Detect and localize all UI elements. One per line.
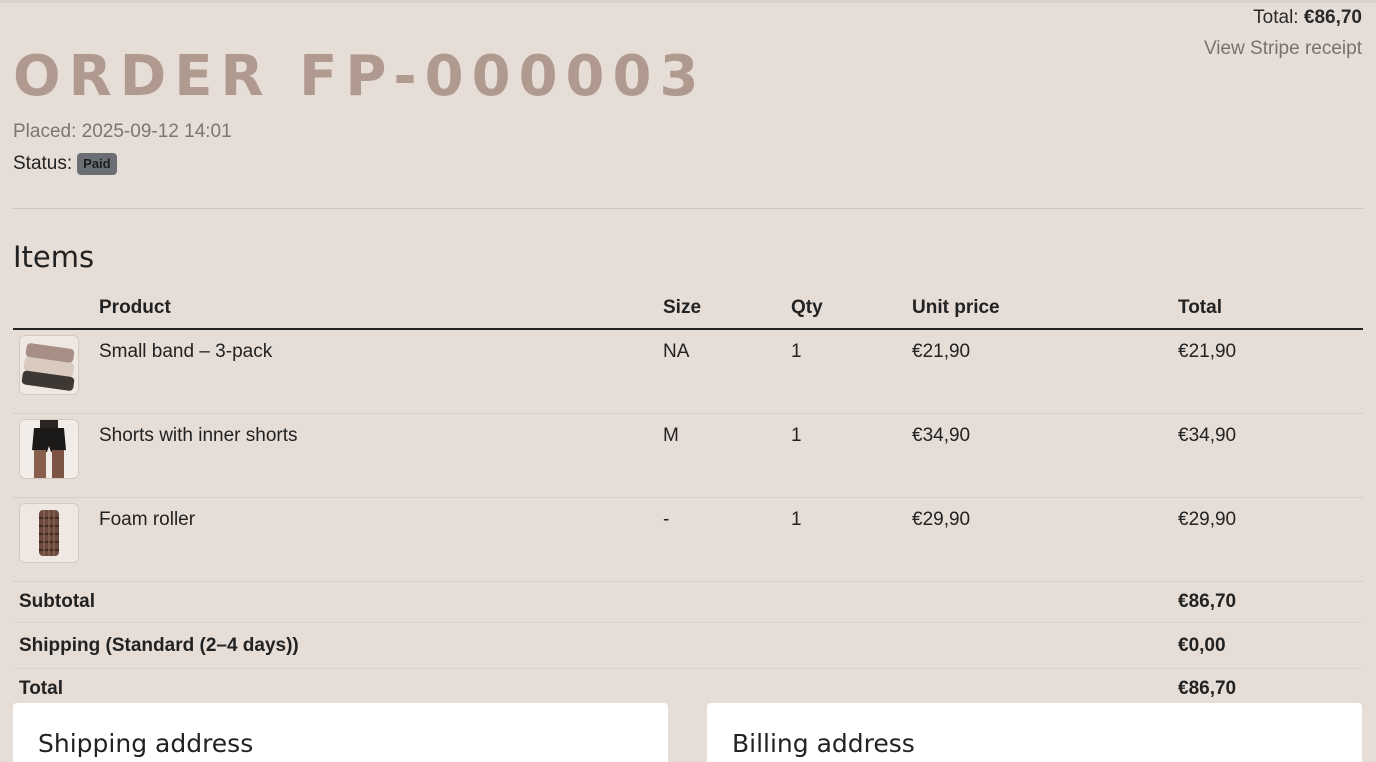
product-size: NA: [657, 329, 785, 414]
resistance-bands-image: [19, 335, 79, 395]
header-total-value: €86,70: [1303, 7, 1362, 28]
thumbnail-cell: [13, 497, 93, 582]
billing-address-card: Billing address: [707, 703, 1362, 762]
column-header-size: Size: [657, 288, 785, 330]
shipping-address-title: Shipping address: [38, 729, 254, 758]
column-header-image: [13, 288, 93, 330]
product-size: -: [657, 497, 785, 582]
page-title: ORDER FP-000003: [13, 44, 707, 109]
shorts-image: [19, 419, 79, 479]
table-row: Foam roller - 1 €29,90 €29,90: [13, 497, 1363, 582]
items-table-header: Product Size Qty Unit price Total: [13, 288, 1363, 330]
column-header-qty: Qty: [785, 288, 906, 330]
items-heading: Items: [13, 240, 95, 274]
product-qty: 1: [785, 497, 906, 582]
thumbnail-cell: [13, 413, 93, 498]
status-badge: Paid: [77, 153, 117, 175]
product-unit-price: €34,90: [906, 413, 1172, 498]
shipping-address-card: Shipping address: [13, 703, 668, 762]
placed-date: Placed: 2025-09-12 14:01: [13, 121, 232, 142]
header-total: Total: €86,70: [1204, 5, 1362, 31]
product-unit-price: €21,90: [906, 329, 1172, 414]
product-total: €34,90: [1172, 413, 1363, 498]
product-size: M: [657, 413, 785, 498]
column-header-total: Total: [1172, 288, 1363, 330]
view-stripe-receipt-link[interactable]: View Stripe receipt: [1204, 38, 1362, 60]
product-qty: 1: [785, 413, 906, 498]
order-summary-header: Total: €86,70 View Stripe receipt: [1204, 5, 1362, 60]
column-header-product: Product: [93, 288, 657, 330]
subtotal-value: €86,70: [1172, 581, 1363, 623]
order-status: Status: Paid: [13, 153, 117, 175]
product-total: €21,90: [1172, 329, 1363, 414]
product-name: Small band – 3-pack: [93, 329, 657, 414]
order-detail-page: Total: €86,70 View Stripe receipt ORDER …: [0, 0, 1376, 762]
items-table: Product Size Qty Unit price Total Small …: [13, 288, 1363, 709]
status-label: Status:: [13, 153, 73, 174]
product-unit-price: €29,90: [906, 497, 1172, 582]
shipping-row: Shipping (Standard (2–4 days)) €0,00: [13, 622, 1363, 669]
thumbnail-cell: [13, 329, 93, 414]
product-name: Shorts with inner shorts: [93, 413, 657, 498]
column-header-unit-price: Unit price: [906, 288, 1172, 330]
foam-roller-image: [19, 503, 79, 563]
table-row: Shorts with inner shorts M 1 €34,90 €34,…: [13, 413, 1363, 498]
header-total-label: Total:: [1253, 7, 1299, 28]
subtotal-label: Subtotal: [13, 581, 1172, 623]
shipping-label: Shipping (Standard (2–4 days)): [13, 622, 1172, 669]
subtotal-row: Subtotal €86,70: [13, 581, 1363, 623]
section-divider: [13, 208, 1363, 209]
product-name: Foam roller: [93, 497, 657, 582]
table-row: Small band – 3-pack NA 1 €21,90 €21,90: [13, 329, 1363, 414]
product-qty: 1: [785, 329, 906, 414]
shipping-value: €0,00: [1172, 622, 1363, 669]
product-total: €29,90: [1172, 497, 1363, 582]
billing-address-title: Billing address: [732, 729, 915, 758]
